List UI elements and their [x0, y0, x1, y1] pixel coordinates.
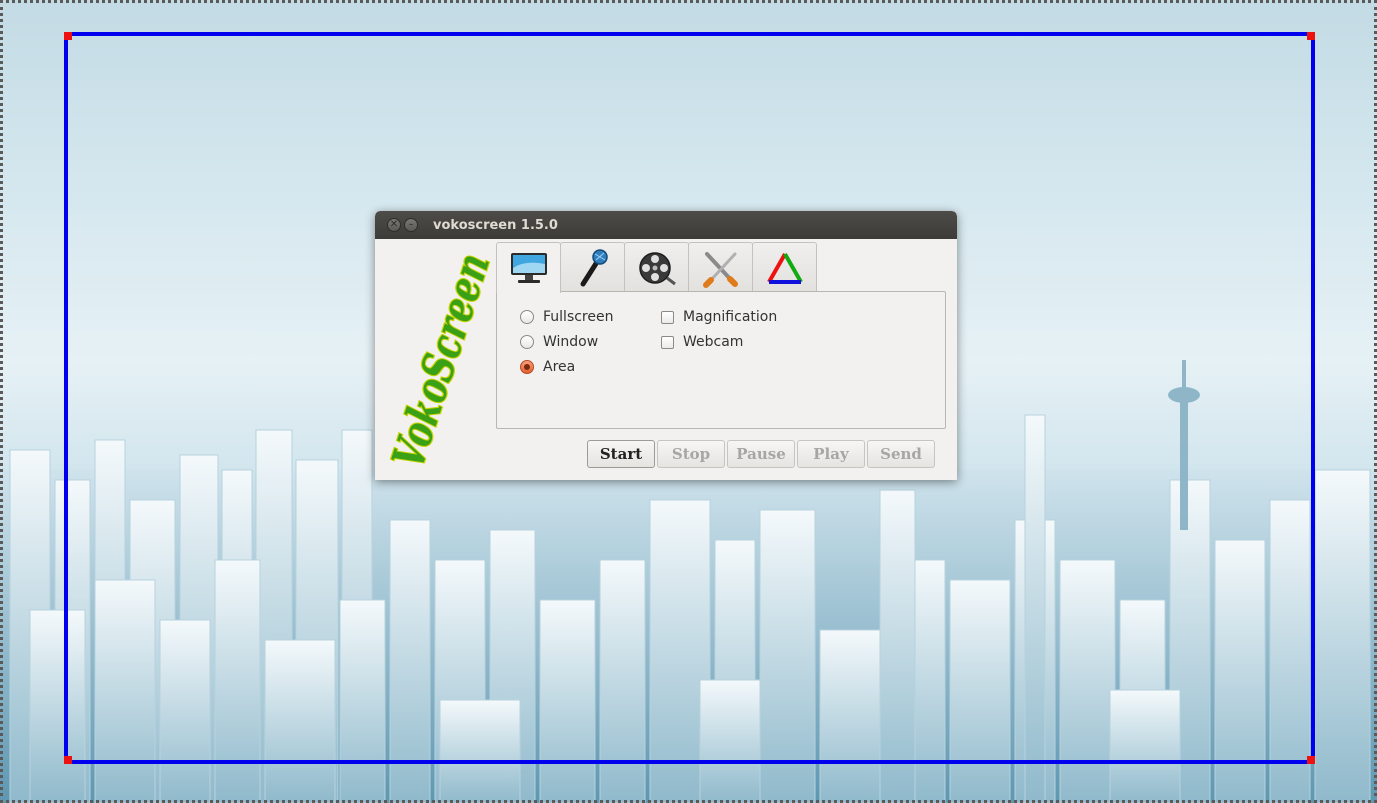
vokoscreen-window: ✕ – vokoscreen 1.5.0 VokoScreen Fullscre…: [375, 211, 957, 480]
tab-about[interactable]: [752, 242, 817, 292]
area-radio[interactable]: [520, 360, 534, 374]
rgb-triangle-icon: [766, 252, 803, 284]
fullscreen-option[interactable]: Fullscreen: [520, 309, 613, 325]
window-title: vokoscreen 1.5.0: [433, 217, 558, 233]
screen-tab-panel: Fullscreen Window Area Magnification Web…: [496, 291, 946, 429]
stop-button[interactable]: Stop: [657, 440, 725, 468]
fullscreen-label: Fullscreen: [543, 309, 614, 325]
webcam-option[interactable]: Webcam: [661, 334, 743, 350]
title-bar[interactable]: ✕ – vokoscreen 1.5.0: [375, 211, 957, 239]
send-button[interactable]: Send: [867, 440, 935, 468]
magnification-label: Magnification: [683, 309, 778, 325]
tab-settings[interactable]: [688, 242, 753, 292]
start-button[interactable]: Start: [587, 440, 655, 468]
pause-button[interactable]: Pause: [727, 440, 795, 468]
area-resize-handle-top-left[interactable]: [64, 32, 72, 40]
area-label: Area: [543, 359, 576, 375]
window-option[interactable]: Window: [520, 334, 598, 350]
vokoscreen-logo: VokoScreen: [382, 246, 495, 475]
tab-video[interactable]: [624, 242, 689, 292]
area-option[interactable]: Area: [520, 359, 575, 375]
window-radio[interactable]: [520, 335, 534, 349]
magnification-option[interactable]: Magnification: [661, 309, 777, 325]
logo-text: VokoScreen: [383, 248, 495, 475]
tab-bar: [496, 242, 817, 293]
webcam-checkbox[interactable]: [661, 335, 674, 349]
tools-icon: [702, 251, 738, 288]
window-label: Window: [543, 334, 599, 350]
area-resize-handle-top-right[interactable]: [1307, 32, 1315, 40]
play-button[interactable]: Play: [797, 440, 865, 468]
magnification-checkbox[interactable]: [661, 310, 674, 324]
film-reel-icon: [638, 251, 676, 285]
close-icon[interactable]: ✕: [387, 218, 401, 232]
tab-screen[interactable]: [496, 242, 561, 293]
monitor-icon: [510, 253, 547, 283]
microphone-icon: [580, 248, 608, 286]
fullscreen-radio[interactable]: [520, 310, 534, 324]
tab-audio[interactable]: [560, 242, 625, 292]
webcam-label: Webcam: [683, 334, 744, 350]
area-resize-handle-bottom-left[interactable]: [64, 756, 72, 764]
minimize-icon[interactable]: –: [404, 218, 418, 232]
area-resize-handle-bottom-right[interactable]: [1307, 756, 1315, 764]
